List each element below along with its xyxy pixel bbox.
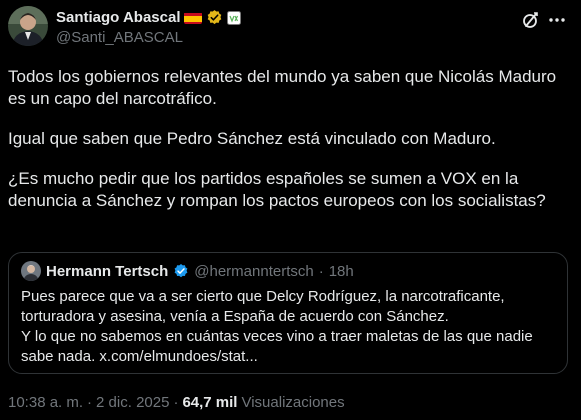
more-options-icon[interactable]: [547, 10, 567, 30]
separator-dot: ·: [87, 394, 93, 411]
tweet-body: Todos los gobiernos relevantes del mundo…: [8, 66, 570, 230]
tweet-date[interactable]: 2 dic. 2025: [96, 394, 169, 411]
quoted-tweet-line: torturadora y asesina, venía a España de…: [21, 308, 449, 325]
verified-gold-icon[interactable]: [206, 9, 223, 26]
tweet-paragraph: Igual que saben que Pedro Sánchez está v…: [8, 129, 496, 148]
verified-blue-icon: [173, 263, 189, 279]
views-label: Visualizaciones: [241, 394, 345, 411]
tweet-paragraph: Todos los gobiernos relevantes del mundo…: [8, 67, 557, 108]
quoted-tweet-body: Pues parece que va a ser cierto que Delc…: [21, 287, 551, 367]
tweet-header: Santiago Abascal @Santi_ABASCAL: [8, 6, 567, 50]
spain-flag-icon: [184, 12, 203, 24]
tweet-meta: 10:38 a. m. · 2 dic. 2025 · 64,7 mil Vis…: [8, 394, 345, 411]
author-avatar[interactable]: [8, 6, 48, 46]
vox-affiliate-icon[interactable]: [227, 10, 242, 25]
quoted-author-handle[interactable]: @hermanntertsch: [194, 263, 313, 280]
grok-icon[interactable]: [521, 10, 541, 30]
author-name-row: Santiago Abascal: [56, 9, 242, 26]
quoted-tweet-header: Hermann Tertsch @hermanntertsch · 18h: [21, 261, 354, 281]
quoted-tweet-line: sabe nada. x.com/elmundoes/stat...: [21, 348, 258, 365]
views-count: 64,7 mil: [182, 394, 238, 411]
quoted-tweet-line: Pues parece que va a ser cierto que Delc…: [21, 288, 505, 305]
quoted-tweet-time[interactable]: 18h: [329, 263, 354, 280]
quoted-author-name[interactable]: Hermann Tertsch: [46, 263, 168, 280]
separator-dot: ·: [173, 394, 179, 411]
quoted-author-avatar[interactable]: [21, 261, 41, 281]
author-name[interactable]: Santiago Abascal: [56, 9, 180, 26]
quoted-tweet[interactable]: Hermann Tertsch @hermanntertsch · 18h Pu…: [8, 252, 568, 374]
separator-dot: ·: [318, 262, 324, 280]
quoted-tweet-line: Y lo que no sabemos en cuántas veces vin…: [21, 328, 533, 345]
tweet-time[interactable]: 10:38 a. m.: [8, 394, 83, 411]
tweet-paragraph: ¿Es mucho pedir que los partidos español…: [8, 169, 546, 210]
author-handle[interactable]: @Santi_ABASCAL: [56, 29, 183, 46]
